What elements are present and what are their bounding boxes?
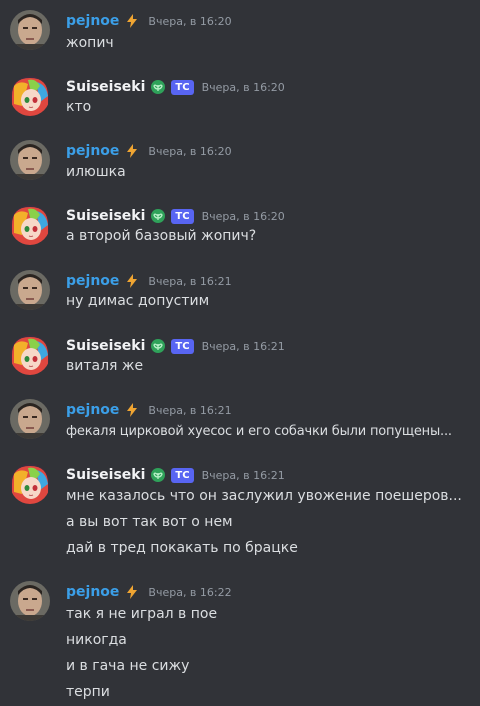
username[interactable]: pejnoe <box>66 402 119 418</box>
message-text: а второй базовый жопич? <box>66 228 257 244</box>
timestamp: Вчера, в 16:21 <box>148 403 232 417</box>
timestamp: Вчера, в 16:20 <box>148 144 232 158</box>
timestamp: Вчера, в 16:21 <box>148 274 232 288</box>
timestamp: Вчера, в 16:21 <box>201 339 285 353</box>
avatar[interactable] <box>10 270 50 310</box>
message-text: никогда <box>66 632 127 648</box>
message-header: pejnoe Вчера, в 16:21 <box>66 270 232 292</box>
message-header: pejnoe Вчера, в 16:20 <box>66 140 232 162</box>
message-text: дай в тред покакать по брацке <box>66 540 298 556</box>
username[interactable]: Suiseiseki <box>66 467 145 483</box>
message-text: илюшка <box>66 164 126 180</box>
username[interactable]: Suiseiseki <box>66 338 145 354</box>
message-header: Suiseiseki TC Вчера, в 16:20 <box>66 205 285 227</box>
role-tag: TC <box>171 338 194 354</box>
lightning-icon <box>124 402 140 418</box>
message-text: виталя же <box>66 358 144 374</box>
timestamp: Вчера, в 16:20 <box>201 209 285 223</box>
message-text: терпи <box>66 684 110 700</box>
leaf-icon <box>150 338 166 354</box>
avatar[interactable] <box>10 140 50 180</box>
message-header: Suiseiseki TC Вчера, в 16:21 <box>66 464 285 486</box>
avatar[interactable] <box>10 399 50 439</box>
username[interactable]: pejnoe <box>66 273 119 289</box>
username[interactable]: Suiseiseki <box>66 208 145 224</box>
message-text: жопич <box>66 35 114 51</box>
message-header: Suiseiseki TC Вчера, в 16:20 <box>66 76 285 98</box>
lightning-icon <box>124 584 140 600</box>
lightning-icon <box>124 273 140 289</box>
avatar[interactable] <box>10 76 50 116</box>
message-text: кто <box>66 99 92 115</box>
timestamp: Вчера, в 16:22 <box>148 585 232 599</box>
role-tag: TC <box>171 79 194 95</box>
message-header: pejnoe Вчера, в 16:22 <box>66 581 232 603</box>
timestamp: Вчера, в 16:20 <box>201 80 285 94</box>
lightning-icon <box>124 13 140 29</box>
avatar[interactable] <box>10 10 50 50</box>
leaf-icon <box>150 79 166 95</box>
message-text: и в гача не сижу <box>66 658 190 674</box>
message-text: а вы вот так вот о нем <box>66 514 233 530</box>
avatar[interactable] <box>10 335 50 375</box>
timestamp: Вчера, в 16:21 <box>201 468 285 482</box>
message-text: так я не играл в пое <box>66 606 218 622</box>
username[interactable]: pejnoe <box>66 13 119 29</box>
username[interactable]: pejnoe <box>66 143 119 159</box>
role-tag: TC <box>171 208 194 224</box>
message-header: pejnoe Вчера, в 16:21 <box>66 399 232 421</box>
avatar[interactable] <box>10 464 50 504</box>
message-text: фекаля цирковой хуесос и его собачки был… <box>66 424 452 439</box>
avatar[interactable] <box>10 205 50 245</box>
message-text: ну димас допустим <box>66 293 210 309</box>
username[interactable]: Suiseiseki <box>66 79 145 95</box>
username[interactable]: pejnoe <box>66 584 119 600</box>
message-header: Suiseiseki TC Вчера, в 16:21 <box>66 335 285 357</box>
message-text: мне казалось что он заслужил увожение по… <box>66 488 462 504</box>
leaf-icon <box>150 467 166 483</box>
lightning-icon <box>124 143 140 159</box>
role-tag: TC <box>171 467 194 483</box>
timestamp: Вчера, в 16:20 <box>148 14 232 28</box>
message-header: pejnoe Вчера, в 16:20 <box>66 10 232 32</box>
leaf-icon <box>150 208 166 224</box>
avatar[interactable] <box>10 581 50 621</box>
